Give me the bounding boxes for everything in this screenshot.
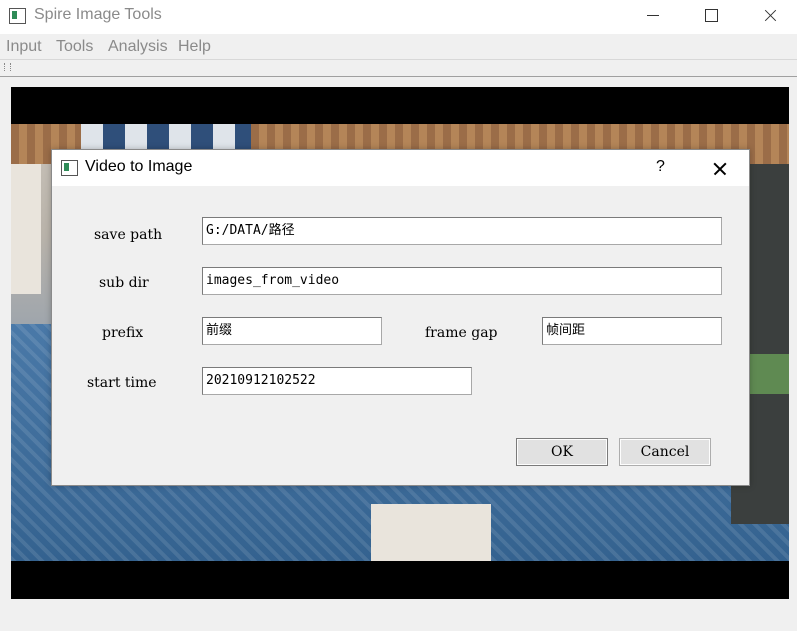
minimize-icon[interactable] bbox=[623, 0, 681, 32]
prefix-input[interactable]: 前缀 bbox=[202, 317, 382, 345]
ok-button[interactable]: OK bbox=[516, 438, 608, 466]
menu-analysis[interactable]: Analysis bbox=[108, 38, 168, 56]
toolbar-grip-icon[interactable] bbox=[4, 63, 11, 71]
video-to-image-dialog: Video to Image ? save path G:/DATA/路径 su… bbox=[51, 149, 750, 486]
save-path-label: save path bbox=[94, 227, 163, 243]
cancel-button[interactable]: Cancel bbox=[619, 438, 711, 466]
help-button[interactable]: ? bbox=[656, 158, 665, 176]
start-time-label: start time bbox=[87, 375, 157, 391]
app-icon bbox=[9, 8, 26, 24]
sub-dir-input[interactable]: images_from_video bbox=[202, 267, 722, 295]
prefix-label: prefix bbox=[102, 325, 144, 341]
frame-gap-input[interactable]: 帧间距 bbox=[542, 317, 722, 345]
frame-gap-label: frame gap bbox=[425, 325, 498, 341]
menu-input[interactable]: Input bbox=[6, 38, 42, 56]
start-time-input[interactable]: 20210912102522 bbox=[202, 367, 472, 395]
dialog-title: Video to Image bbox=[85, 158, 193, 175]
window-title-bar: Spire Image Tools bbox=[0, 0, 797, 34]
toolbar bbox=[0, 59, 797, 77]
close-icon[interactable] bbox=[740, 0, 797, 32]
dialog-title-bar[interactable]: Video to Image ? bbox=[52, 150, 749, 186]
menu-bar: Input Tools Analysis Help bbox=[0, 34, 797, 59]
maximize-icon[interactable] bbox=[682, 0, 740, 32]
dialog-close-icon[interactable] bbox=[700, 154, 740, 182]
menu-help[interactable]: Help bbox=[178, 38, 211, 56]
dialog-app-icon bbox=[61, 160, 78, 176]
window-title: Spire Image Tools bbox=[34, 6, 162, 23]
save-path-input[interactable]: G:/DATA/路径 bbox=[202, 217, 722, 245]
sub-dir-label: sub dir bbox=[99, 275, 149, 291]
menu-tools[interactable]: Tools bbox=[56, 38, 93, 56]
